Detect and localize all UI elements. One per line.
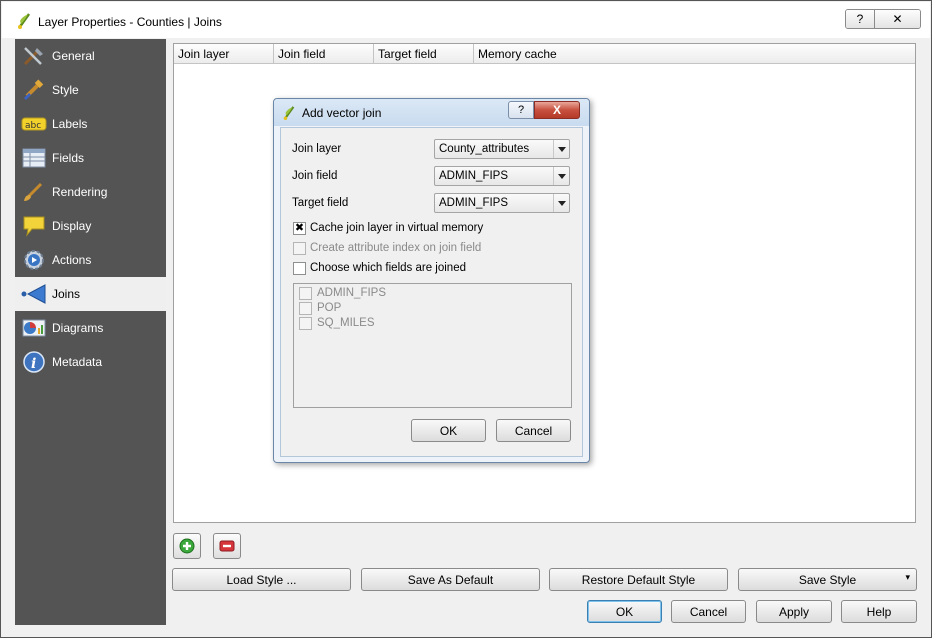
tools-icon [23, 47, 43, 66]
sidebar-item-label: Rendering [52, 185, 108, 199]
cache-join-checkbox[interactable]: ✖ [293, 222, 306, 235]
column-header-join-field[interactable]: Join field [274, 44, 374, 64]
dialog-help-button[interactable]: ? [508, 101, 534, 119]
table-icon [22, 148, 46, 168]
help-button[interactable]: Help [841, 600, 917, 623]
target-field-label: Target field [292, 197, 349, 209]
dropdown-arrow-icon: ▾ [905, 572, 910, 582]
choose-fields-label: Choose which fields are joined [310, 262, 466, 274]
field-checkbox[interactable] [299, 302, 312, 315]
join-arrow-icon [21, 284, 46, 304]
diagram-icon [22, 319, 46, 337]
abc-label-icon: abc [21, 117, 47, 131]
sidebar-item-label: Style [52, 83, 79, 97]
qgis-logo-icon [17, 13, 31, 29]
dialog-body: Join layer County_attributes Join field … [280, 127, 583, 457]
dialog-title-bar: Add vector join ? X [274, 99, 589, 126]
column-header-join-layer[interactable]: Join layer [174, 44, 274, 64]
sidebar-item-label: Diagrams [52, 321, 104, 335]
sidebar-item-rendering[interactable]: Rendering [15, 175, 166, 209]
join-layer-label: Join layer [292, 143, 342, 155]
sidebar-item-label: Actions [52, 253, 92, 267]
joined-fields-list: ADMIN_FIPS POP SQ_MILES [293, 283, 572, 408]
join-layer-combo[interactable]: County_attributes [434, 139, 570, 159]
gear-play-icon [24, 250, 44, 270]
sidebar-item-labels[interactable]: abc Labels [15, 107, 166, 141]
chevron-down-icon [553, 167, 569, 185]
save-style-button[interactable]: Save Style ▾ [738, 568, 917, 591]
add-vector-join-dialog: Add vector join ? X Join layer County_at… [273, 98, 590, 463]
layer-properties-window: Layer Properties - Counties | Joins ? ✕ … [0, 0, 932, 638]
window-help-button[interactable]: ? [846, 10, 874, 28]
sidebar-item-display[interactable]: Display [15, 209, 166, 243]
target-field-combo[interactable]: ADMIN_FIPS [434, 193, 570, 213]
column-header-memory-cache[interactable]: Memory cache [474, 44, 915, 64]
join-field-value: ADMIN_FIPS [439, 170, 509, 182]
target-field-value: ADMIN_FIPS [439, 197, 509, 209]
sidebar-item-fields[interactable]: Fields [15, 141, 166, 175]
ok-button[interactable]: OK [587, 600, 662, 623]
title-bar: Layer Properties - Counties | Joins ? ✕ [2, 2, 930, 38]
dialog-ok-button[interactable]: OK [411, 419, 486, 442]
sidebar: General Style abc Labels Fields Renderin… [15, 39, 166, 625]
joins-table-header: Join layer Join field Target field Memor… [174, 44, 915, 64]
join-field-combo[interactable]: ADMIN_FIPS [434, 166, 570, 186]
sidebar-item-label: Labels [52, 117, 88, 131]
svg-text:abc: abc [25, 121, 41, 131]
sidebar-item-general[interactable]: General [15, 39, 166, 73]
sidebar-item-diagrams[interactable]: Diagrams [15, 311, 166, 345]
sidebar-item-actions[interactable]: Actions [15, 243, 166, 277]
add-join-button[interactable] [173, 533, 201, 559]
field-checkbox[interactable] [299, 317, 312, 330]
save-as-default-button[interactable]: Save As Default [361, 568, 540, 591]
sidebar-item-label: Metadata [52, 355, 103, 369]
dialog-cancel-button[interactable]: Cancel [496, 419, 571, 442]
field-item-label: SQ_MILES [317, 317, 375, 329]
paintbrush-icon [24, 79, 44, 100]
chevron-down-icon [553, 140, 569, 158]
join-layer-value: County_attributes [439, 143, 530, 155]
column-header-target-field[interactable]: Target field [374, 44, 474, 64]
window-close-button[interactable]: ✕ [874, 10, 920, 28]
cancel-button[interactable]: Cancel [671, 600, 746, 623]
sidebar-item-label: Fields [52, 151, 85, 165]
sidebar-item-label: General [52, 49, 95, 63]
window-title: Layer Properties - Counties | Joins [38, 15, 222, 29]
dialog-title: Add vector join [302, 106, 382, 120]
svg-text:i: i [31, 356, 36, 372]
load-style-button[interactable]: Load Style ... [172, 568, 351, 591]
info-icon: i [23, 351, 45, 373]
choose-fields-checkbox[interactable] [293, 262, 306, 275]
sidebar-item-metadata[interactable]: i Metadata [15, 345, 166, 379]
apply-button[interactable]: Apply [756, 600, 832, 623]
sidebar-item-label: Display [52, 219, 92, 233]
sidebar-item-joins[interactable]: Joins [15, 277, 166, 311]
minus-icon [219, 540, 235, 552]
field-item-label: POP [317, 302, 342, 314]
join-field-label: Join field [292, 170, 338, 182]
brush-icon [24, 182, 43, 201]
dialog-close-button[interactable]: X [534, 101, 580, 119]
save-style-label: Save Style [798, 572, 857, 587]
qgis-logo-icon [283, 106, 295, 120]
field-item-label: ADMIN_FIPS [317, 287, 387, 299]
restore-default-style-button[interactable]: Restore Default Style [549, 568, 728, 591]
sidebar-item-style[interactable]: Style [15, 73, 166, 107]
cache-join-label: Cache join layer in virtual memory [310, 222, 484, 234]
sidebar-item-label: Joins [52, 287, 81, 301]
create-index-label: Create attribute index on join field [310, 242, 482, 254]
remove-join-button[interactable] [213, 533, 241, 559]
title-buttons: ? ✕ [845, 9, 921, 29]
field-checkbox[interactable] [299, 287, 312, 300]
chevron-down-icon [553, 194, 569, 212]
speech-bubble-icon [23, 216, 45, 237]
plus-icon [179, 538, 195, 554]
create-index-checkbox[interactable] [293, 242, 306, 255]
